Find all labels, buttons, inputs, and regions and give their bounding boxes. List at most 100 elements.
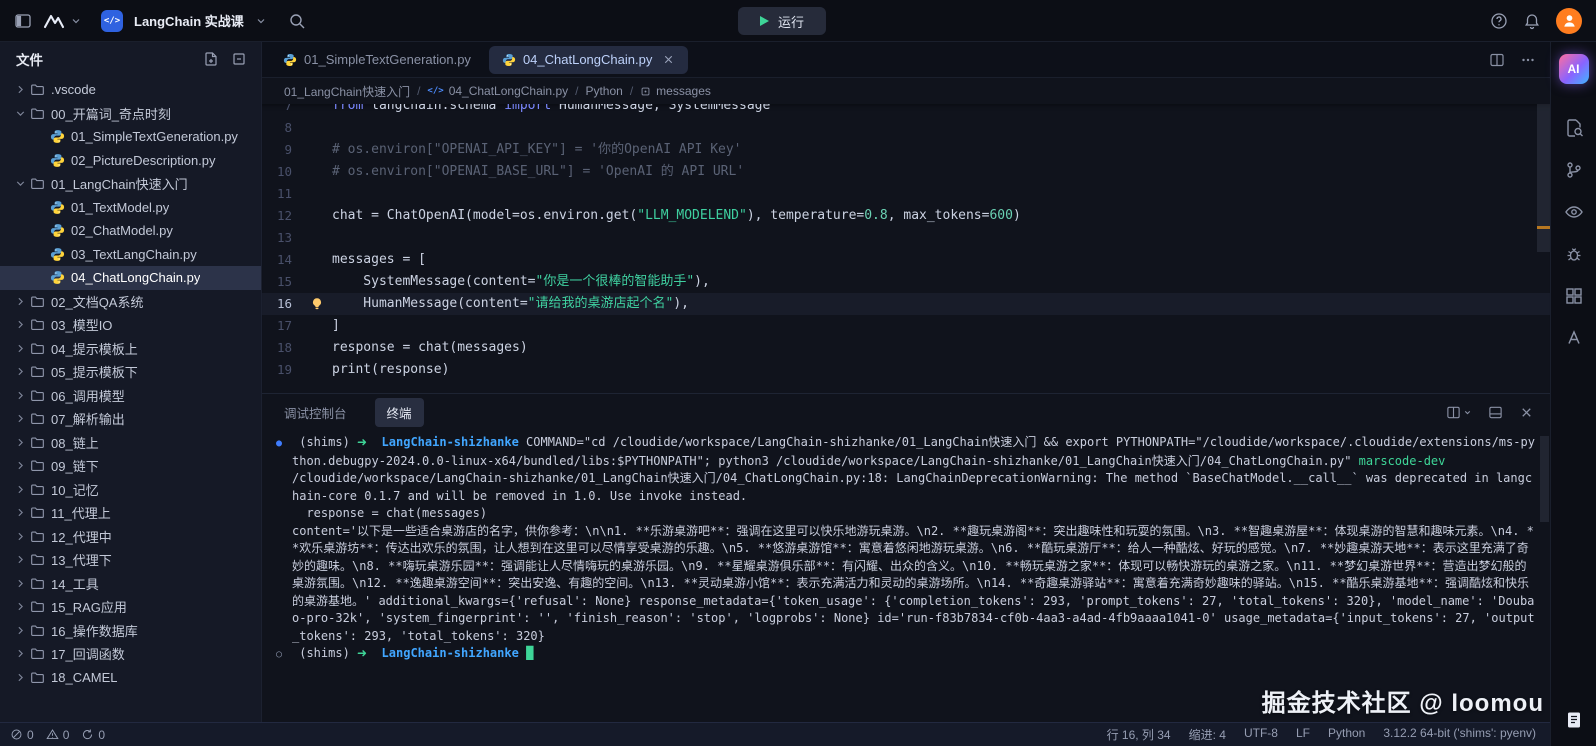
breadcrumb-separator: / <box>417 84 420 98</box>
tree-item-file[interactable]: 03_TextLangChain.py <box>0 243 261 267</box>
breadcrumb-item[interactable]: messages <box>640 84 711 98</box>
tree-item-folder[interactable]: 07_解析输出 <box>0 407 261 431</box>
project-name[interactable]: LangChain 实战课 <box>134 11 244 30</box>
errors-indicator[interactable]: 0 <box>10 728 34 742</box>
tree-item-folder[interactable]: .vscode <box>0 78 261 102</box>
text-format-icon[interactable] <box>1564 328 1584 348</box>
tree-item-folder[interactable]: 18_CAMEL <box>0 666 261 690</box>
more-actions-icon[interactable] <box>1520 52 1536 68</box>
bell-icon[interactable] <box>1523 12 1541 30</box>
code-line[interactable]: 13 <box>262 227 1550 249</box>
code-editor[interactable]: 7from langchain.schema import HumanMessa… <box>262 104 1550 393</box>
split-editor-icon[interactable] <box>1489 52 1505 68</box>
close-panel-icon[interactable] <box>1519 404 1534 420</box>
language-mode[interactable]: Python <box>1328 726 1365 743</box>
breadcrumb-item[interactable]: </>04_ChatLongChain.py <box>427 84 568 98</box>
file-search-icon[interactable] <box>1564 118 1584 138</box>
tree-item-folder[interactable]: 12_代理中 <box>0 525 261 549</box>
split-panel-icon[interactable] <box>1488 404 1503 420</box>
tree-item-folder[interactable]: 11_代理上 <box>0 501 261 525</box>
tree-item-file[interactable]: 01_SimpleTextGeneration.py <box>0 125 261 149</box>
python-file-icon <box>50 129 65 144</box>
tree-item-folder[interactable]: 16_操作数据库 <box>0 619 261 643</box>
python-file-icon <box>50 223 65 238</box>
ai-assistant-button[interactable]: AI <box>1559 54 1589 84</box>
code-line[interactable]: 15 SystemMessage(content="你是一个很棒的智能助手"), <box>262 271 1550 293</box>
marscode-logo[interactable] <box>43 12 82 30</box>
panel-tab-debug-console[interactable]: 调试控制台 <box>284 403 347 422</box>
code-line[interactable]: 12chat = ChatOpenAI(model=os.environ.get… <box>262 205 1550 227</box>
explorer-actions <box>203 51 247 67</box>
terminal-output[interactable]: ● (shims) ➜ LangChain-shizhanke COMMAND=… <box>262 430 1550 722</box>
editor-group: 01_SimpleTextGeneration.py04_ChatLongCha… <box>262 42 1550 722</box>
terminal-scrollbar[interactable] <box>1540 436 1549 522</box>
preview-icon[interactable] <box>1564 202 1584 222</box>
run-button[interactable]: 运行 <box>738 7 826 35</box>
tree-item-folder[interactable]: 17_回调函数 <box>0 642 261 666</box>
play-icon <box>760 16 769 26</box>
python-interpreter[interactable]: 3.12.2 64-bit ('shims': pyenv) <box>1383 726 1536 743</box>
tree-item-folder[interactable]: 09_链下 <box>0 454 261 478</box>
extensions-icon[interactable] <box>1564 286 1584 306</box>
tree-item-file[interactable]: 01_TextModel.py <box>0 196 261 220</box>
indentation[interactable]: 缩进: 4 <box>1189 726 1226 743</box>
search-icon[interactable] <box>288 12 306 30</box>
close-tab-icon[interactable] <box>662 53 675 66</box>
code-line[interactable]: 16 HumanMessage(content="请给我的桌游店起个名"), <box>262 293 1550 315</box>
toggle-sidebar-icon[interactable] <box>14 12 32 30</box>
code-line[interactable]: 9# os.environ["OPENAI_API_KEY"] = '你的Ope… <box>262 139 1550 161</box>
code-line[interactable]: 10# os.environ["OPENAI_BASE_URL"] = 'Ope… <box>262 161 1550 183</box>
collapse-explorer-icon[interactable] <box>231 51 247 67</box>
tree-item-folder[interactable]: 06_调用模型 <box>0 384 261 408</box>
tree-item-folder[interactable]: 02_文档QA系统 <box>0 290 261 314</box>
new-terminal-dropdown-icon[interactable] <box>1446 404 1472 420</box>
source-control-icon[interactable] <box>1564 160 1584 180</box>
code-line[interactable]: 17] <box>262 315 1550 337</box>
code-line[interactable]: 18response = chat(messages) <box>262 337 1550 359</box>
tree-item-file[interactable]: 02_ChatModel.py <box>0 219 261 243</box>
tree-item-folder[interactable]: 00_开篇词_奇点时刻 <box>0 102 261 126</box>
warnings-indicator[interactable]: 0 <box>46 728 70 742</box>
tree-item-folder[interactable]: 10_记忆 <box>0 478 261 502</box>
code-line[interactable]: 14messages = [ <box>262 249 1550 271</box>
tree-item-folder[interactable]: 04_提示模板上 <box>0 337 261 361</box>
project-chevron-down-icon[interactable] <box>255 15 267 27</box>
new-file-icon[interactable] <box>203 51 219 67</box>
code-line[interactable]: 8 <box>262 117 1550 139</box>
debug-icon[interactable] <box>1564 244 1584 264</box>
syncs-indicator[interactable]: 0 <box>81 728 105 742</box>
tree-item-label: 09_链下 <box>51 456 99 475</box>
code-text: from langchain.schema import HumanMessag… <box>332 104 770 117</box>
chevron-right-icon <box>12 669 28 685</box>
encoding[interactable]: UTF-8 <box>1244 726 1278 743</box>
code-file-icon: </> <box>427 86 443 96</box>
avatar[interactable] <box>1556 8 1582 34</box>
editor-scrollbar[interactable] <box>1537 104 1550 252</box>
tree-item-folder[interactable]: 03_模型IO <box>0 313 261 337</box>
editor-tab[interactable]: 04_ChatLongChain.py <box>489 46 688 74</box>
tree-item-folder[interactable]: 05_提示模板下 <box>0 360 261 384</box>
tree-item-folder[interactable]: 14_工具 <box>0 572 261 596</box>
tree-item-folder[interactable]: 08_链上 <box>0 431 261 455</box>
breadcrumb-item[interactable]: Python <box>585 84 622 98</box>
code-line[interactable]: 19print(response) <box>262 359 1550 381</box>
breadcrumb-item[interactable]: 01_LangChain快速入门 <box>284 83 410 100</box>
eol[interactable]: LF <box>1296 726 1310 743</box>
panel-actions <box>1446 404 1534 420</box>
code-line[interactable]: 11 <box>262 183 1550 205</box>
tree-item-file[interactable]: 04_ChatLongChain.py <box>0 266 261 290</box>
editor-tab[interactable]: 01_SimpleTextGeneration.py <box>270 42 484 77</box>
line-number: 14 <box>262 249 310 271</box>
breadcrumb-separator: / <box>630 84 633 98</box>
tree-item-folder[interactable]: 01_LangChain快速入门 <box>0 172 261 196</box>
lightbulb-icon[interactable] <box>310 293 332 315</box>
code-text: # os.environ["OPENAI_BASE_URL"] = 'OpenA… <box>332 161 744 183</box>
tree-item-folder[interactable]: 15_RAG应用 <box>0 595 261 619</box>
cursor-position[interactable]: 行 16, 列 34 <box>1107 726 1171 743</box>
help-icon[interactable] <box>1490 12 1508 30</box>
panel-tab-terminal[interactable]: 终端 <box>375 398 424 427</box>
notebook-icon[interactable] <box>1564 710 1584 730</box>
tree-item-file[interactable]: 02_PictureDescription.py <box>0 149 261 173</box>
tree-item-folder[interactable]: 13_代理下 <box>0 548 261 572</box>
code-line[interactable]: 7from langchain.schema import HumanMessa… <box>262 104 1550 117</box>
